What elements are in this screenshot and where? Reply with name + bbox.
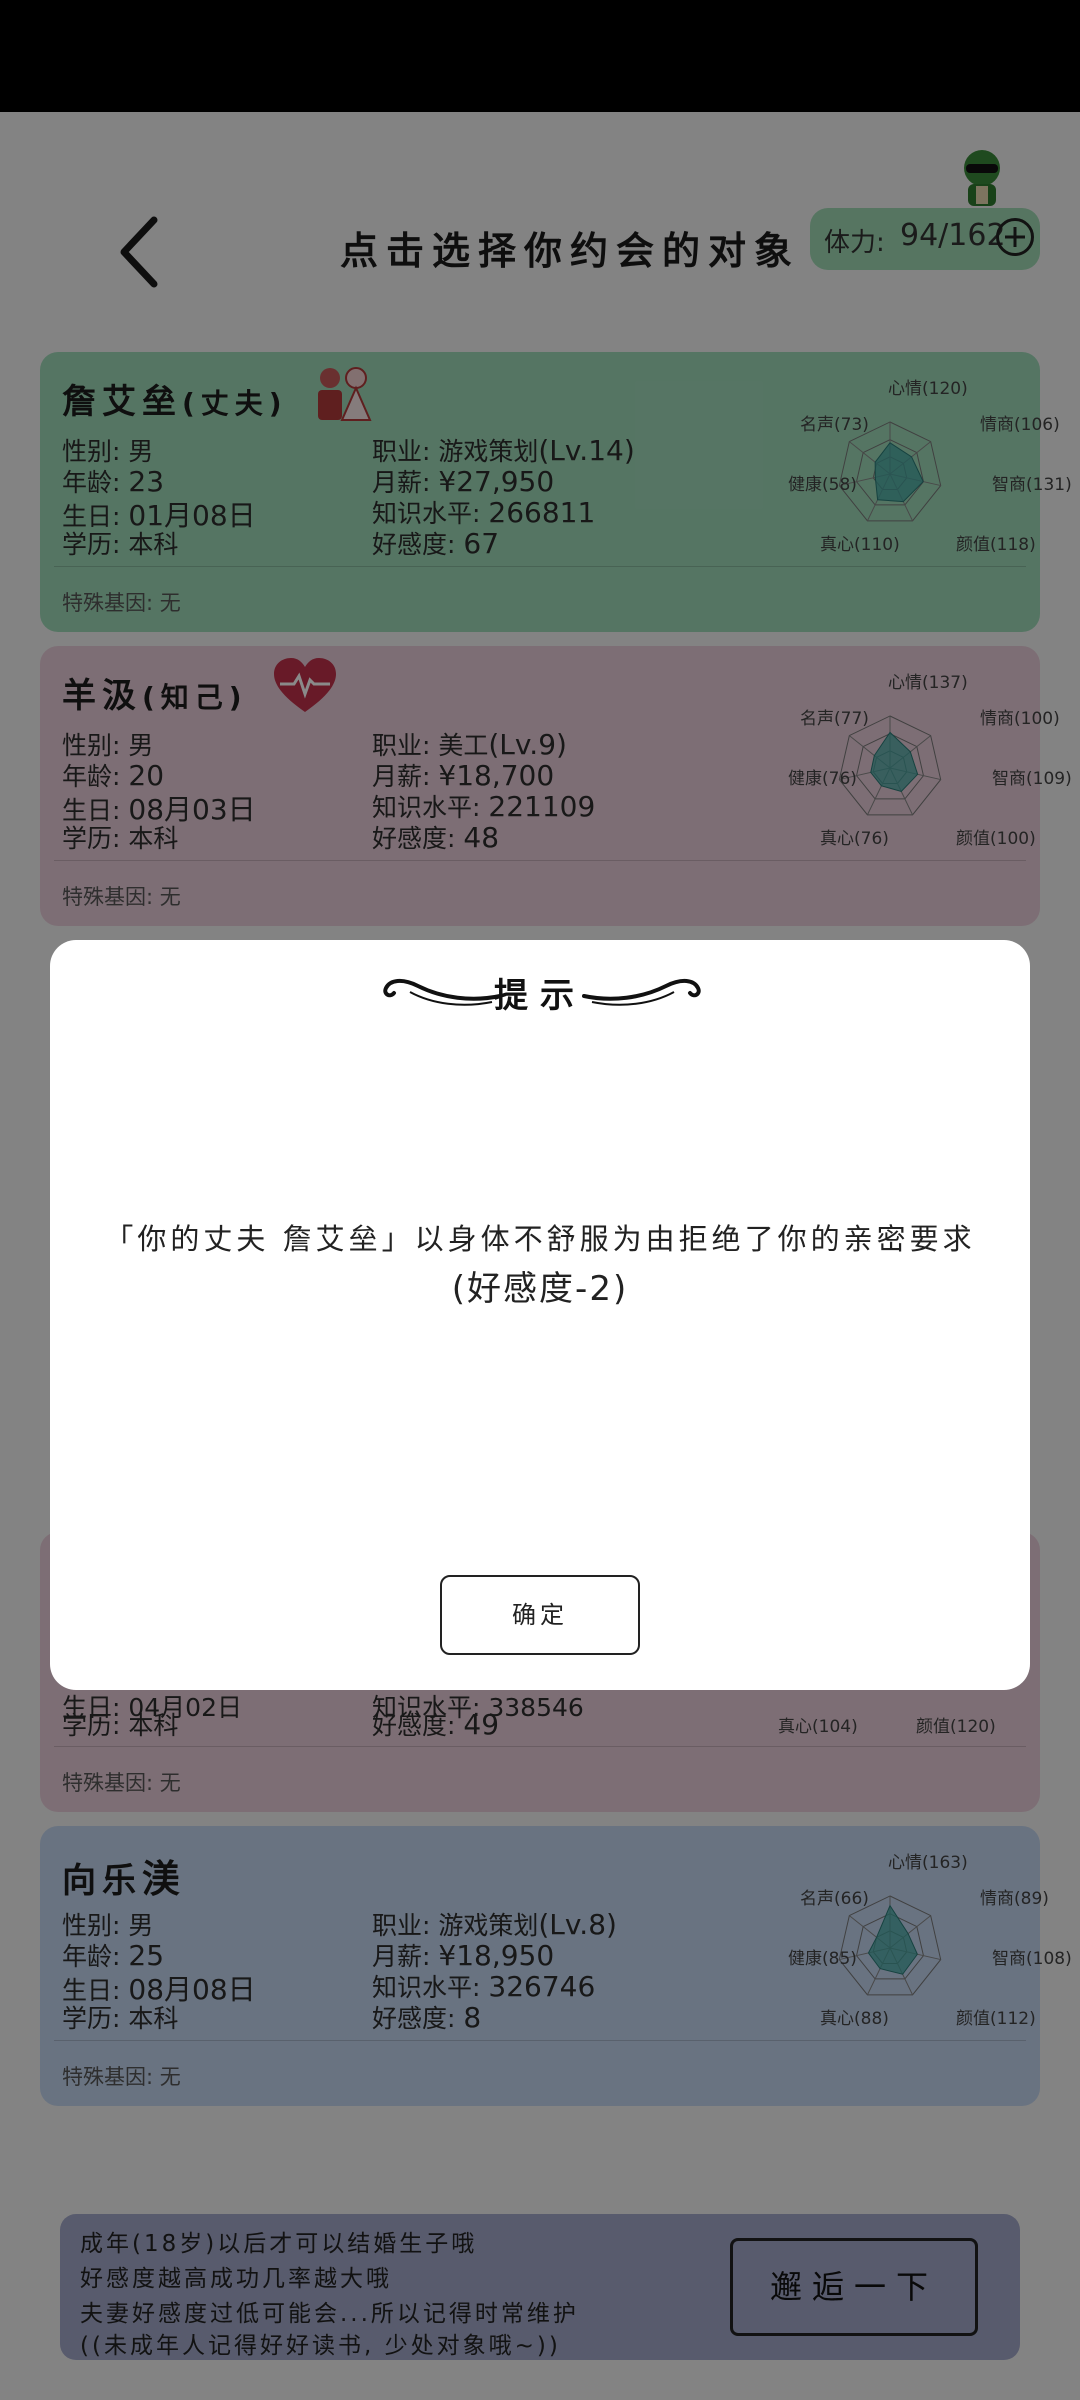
status-bar [0,0,1080,112]
confirm-button[interactable]: 确定 [440,1575,640,1655]
dialog-message-line: 「你的丈夫 詹艾垒」以身体不舒服为由拒绝了你的亲密要求 [104,1222,976,1256]
dialog-title: 提示 [494,976,586,1016]
dialog-message-affection: (好感度-2) [451,1269,629,1309]
notice-dialog: 提示 「你的丈夫 詹艾垒」以身体不舒服为由拒绝了你的亲密要求 (好感度-2) 确… [50,940,1030,1690]
ornament-right-icon [582,979,701,1006]
dialog-message: 「你的丈夫 詹艾垒」以身体不舒服为由拒绝了你的亲密要求 (好感度-2) [80,1214,1000,1314]
